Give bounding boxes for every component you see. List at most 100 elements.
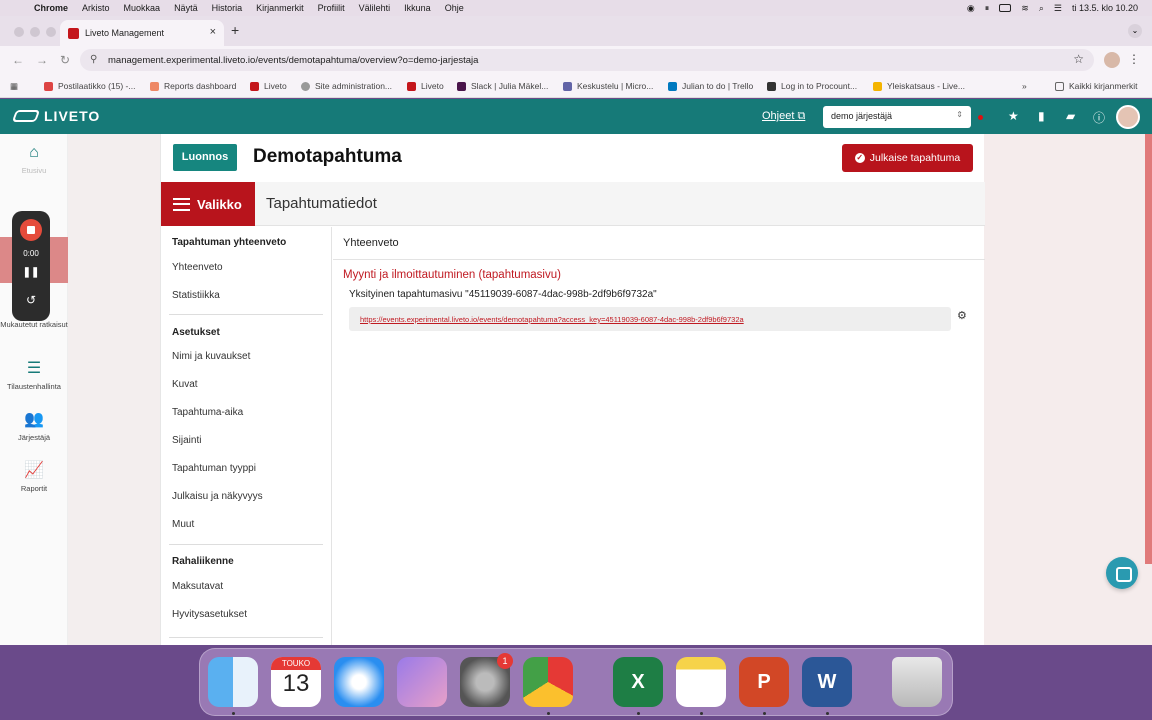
pause-recording-icon[interactable]: ❚❚ [12,267,50,278]
menu-item-refund-settings[interactable]: Hyvitysasetukset [172,609,247,620]
bookmark-item[interactable]: Liveto [250,81,287,91]
notification-dot [978,115,983,120]
address-bar[interactable]: ⚲ management.experimental.liveto.io/even… [80,49,1094,71]
stop-recording-button[interactable] [20,219,42,241]
running-indicator [637,712,640,715]
tab-close-icon[interactable]: × [210,26,216,38]
recording-time: 0:00 [23,249,39,258]
menu-group-title: Tapahtuman yhteenveto [172,237,287,248]
window-close-button[interactable] [14,27,24,37]
liveto-logo[interactable]: LIVETO [11,108,100,124]
menu-item[interactable]: Kirjanmerkit [256,3,304,13]
bookmark-item[interactable]: Julian to do | Trello [668,81,753,91]
bookmark-icon[interactable]: ▮ [1038,109,1045,123]
gear-icon[interactable]: ⚙ [957,309,967,322]
help-link[interactable]: Ohjeet ⧉ [762,110,805,123]
launchpad-icon[interactable] [397,657,447,707]
running-indicator [547,712,550,715]
back-icon[interactable]: ← [12,53,24,67]
window-zoom-button[interactable] [46,27,56,37]
menu-item-names[interactable]: Nimi ja kuvaukset [172,351,250,362]
menu-item-time[interactable]: Tapahtuma-aika [172,407,243,418]
powerpoint-icon[interactable]: P [739,657,789,707]
notification-badge: 1 [497,653,513,669]
menu-item[interactable]: Arkisto [82,3,110,13]
menu-item-payment-methods[interactable]: Maksutavat [172,581,223,592]
wifi-icon[interactable]: ≋ [1021,3,1029,14]
event-url-link[interactable]: https://events.experimental.liveto.io/ev… [349,307,951,331]
bookmark-item[interactable]: Yleiskatsaus - Live... [873,81,965,91]
sidebar-item-home[interactable]: ⌂ Etusivu [0,144,68,175]
menu-item[interactable]: Ikkuna [404,3,431,13]
battery-icon[interactable] [999,4,1012,12]
bookmark-item[interactable]: Liveto [407,81,444,91]
bookmark-apps-icon[interactable]: ▦ [10,81,18,92]
browser-tab[interactable]: Liveto Management × [60,20,224,46]
bookmark-item[interactable]: Site administration... [301,81,392,91]
chrome-icon[interactable] [523,657,573,707]
star-icon[interactable]: ★ [1008,109,1019,123]
forward-icon[interactable]: → [36,53,48,67]
menu-item[interactable]: Välilehti [359,3,391,13]
menu-item-images[interactable]: Kuvat [172,379,198,390]
menu-app-name[interactable]: Chrome [34,3,68,13]
control-center-icon[interactable]: ☰ [1054,3,1062,14]
word-icon[interactable]: W [802,657,852,707]
menu-item-other[interactable]: Muut [172,519,194,530]
window-minimize-button[interactable] [30,27,40,37]
bookmark-item[interactable]: Reports dashboard [150,81,236,91]
browser-menu-icon[interactable]: ⋮ [1128,52,1140,66]
sidebar-item-reports[interactable]: 📈 Raportit [0,460,68,493]
menu-item[interactable]: Muokkaa [124,3,161,13]
bookmark-item[interactable]: Log in to Procount... [767,81,857,91]
new-tab-icon[interactable]: + [231,22,239,38]
menubar-clock[interactable]: ti 13.5. klo 10.20 [1072,3,1138,13]
menu-item-summary[interactable]: Yhteenveto [172,262,223,273]
bookmark-item[interactable]: Postilaatikko (15) -... [44,81,135,91]
finder-icon[interactable] [208,657,258,707]
menu-item[interactable]: Profiilit [318,3,345,13]
sidebar-item-orders[interactable]: ☰ Tilaustenhallinta [0,358,68,391]
support-chat-button[interactable] [1106,557,1138,589]
bookmark-item[interactable]: Slack | Julia Mäkel... [457,81,548,91]
reload-icon[interactable]: ↻ [60,53,70,67]
menu-item-publishing[interactable]: Julkaisu ja näkyvyys [172,491,263,502]
trash-icon[interactable] [892,657,942,707]
menu-item-statistics[interactable]: Statistiikka [172,290,220,301]
profile-avatar[interactable] [1104,52,1120,68]
excel-icon[interactable]: X [613,657,663,707]
page-title: Demotapahtuma [253,146,402,167]
menu-toggle-button[interactable]: Valikko [161,182,255,226]
left-sidebar: ⌂ Etusivu M...äni ✎ Mukautetut ratkaisut… [0,134,68,645]
users-icon: 👥 [24,411,44,428]
bookmark-star-icon[interactable]: ☆ [1073,52,1084,66]
menu-item-location[interactable]: Sijainti [172,435,201,446]
notes-icon[interactable] [676,657,726,707]
menu-item[interactable]: Historia [212,3,243,13]
sidebar-item-organizer[interactable]: 👥 Järjestäjä [0,409,68,442]
user-avatar[interactable] [1116,105,1140,129]
site-info-icon[interactable]: ⚲ [90,54,97,65]
publish-event-button[interactable]: ✓ Julkaise tapahtuma [842,144,973,172]
restart-recording-icon[interactable]: ↺ [12,293,50,307]
menu-item-type[interactable]: Tapahtuman tyyppi [172,463,256,474]
bookmark-item[interactable]: Keskustelu | Micro... [563,81,653,91]
screen-record-icon[interactable]: ◉ [967,3,975,14]
pause-status-icon[interactable]: ⏸ [985,3,990,14]
tab-search-icon[interactable]: ⌄ [1128,24,1142,38]
calendar-icon[interactable]: TOUKO 13 [271,657,321,707]
spotlight-icon[interactable]: ⌕ [1039,3,1044,14]
menu-group-title: Asetukset [172,327,220,338]
hamburger-icon [173,197,190,211]
all-bookmarks[interactable]: Kaikki kirjanmerkit [1055,81,1138,91]
menu-item[interactable]: Näytä [174,3,198,13]
info-icon[interactable]: ⓘ [1093,109,1105,126]
safari-icon[interactable] [334,657,384,707]
bookmarks-overflow-icon[interactable]: » [1022,81,1027,91]
chat-icon[interactable]: ▰ [1066,109,1075,123]
screen-recorder-widget: 0:00 ❚❚ ↺ [12,211,50,321]
scrollbar[interactable] [1145,134,1152,564]
menu-item[interactable]: Ohje [445,3,464,13]
organization-select[interactable]: demo järjestäjä ⇕ [823,106,971,128]
sales-heading: Myynti ja ilmoittautuminen (tapahtumasiv… [343,269,561,281]
